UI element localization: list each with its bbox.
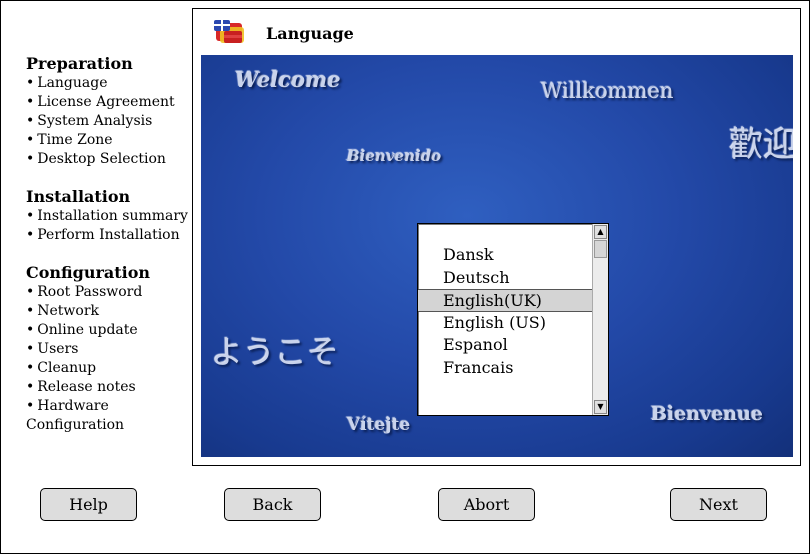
step-hardware: • Hardware [26,398,109,414]
help-button[interactable]: Help [40,488,137,521]
abort-button[interactable]: Abort [438,488,535,521]
language-option-espanol[interactable]: Espanol [418,334,592,357]
scroll-down-arrow-icon[interactable]: ▼ [594,400,607,414]
step-hardware-configuration-tail: Configuration [26,417,125,433]
language-list: Dansk Deutsch English(UK) English (US) E… [418,244,592,379]
step-network: • Network [26,303,100,319]
back-button[interactable]: Back [224,488,321,521]
page-title: Language [266,24,354,43]
scrollbar-thumb[interactable] [594,240,607,258]
step-users: • Users [26,341,79,357]
language-listbox[interactable]: Dansk Deutsch English(UK) English (US) E… [417,223,609,416]
section-configuration: Configuration • Root Password • Network • O… [26,263,196,435]
step-time-zone: • Time Zone [26,132,113,148]
language-option-english-us[interactable]: English (US) [418,312,592,335]
welcome-background: Welcome Willkommen Bienvenido 歡迎 ようこそ Ví… [201,55,793,457]
language-flags-icon [214,20,244,43]
welcome-word-spanish: Bienvenido [347,147,442,165]
language-option-francais[interactable]: Francais [418,357,592,380]
section-installation: Installation • Installation summary • Perf… [26,187,196,245]
step-system-analysis: • System Analysis [26,113,153,129]
language-option-dansk[interactable]: Dansk [418,244,592,267]
section-title: Preparation [26,54,133,73]
welcome-word-english: Welcome [235,67,341,92]
step-release-notes: • Release notes [26,379,136,395]
step-root-password: • Root Password [26,284,143,300]
welcome-word-chinese: 歡迎 [729,125,793,165]
welcome-word-czech: Vítejte [347,415,411,435]
step-perform-installation: • Perform Installation [26,227,180,243]
language-option-deutsch[interactable]: Deutsch [418,267,592,290]
step-cleanup: • Cleanup [26,360,97,376]
main-panel: Language Welcome Willkommen Bienvenido 歡… [192,8,801,466]
step-license-agreement: • License Agreement [26,94,175,110]
step-online-update: • Online update [26,322,138,338]
section-preparation: Preparation • Language • License Agreement… [26,54,196,169]
welcome-word-japanese: ようこそ [211,333,340,371]
scroll-up-arrow-icon[interactable]: ▲ [594,225,607,239]
welcome-word-german: Willkommen [541,79,674,103]
steps-sidebar: Preparation • Language • License Agreement… [26,54,196,453]
section-title: Configuration [26,263,151,282]
step-installation-summary: • Installation summary [26,208,188,224]
step-language: • Language [26,75,108,91]
language-option-english-uk-selected[interactable]: English(UK) [418,289,592,312]
welcome-word-french: Bienvenue [651,403,764,425]
list-scrollbar[interactable]: ▲ ▼ [592,224,608,415]
section-title: Installation [26,187,131,206]
step-desktop-selection: • Desktop Selection [26,151,166,167]
next-button[interactable]: Next [670,488,767,521]
